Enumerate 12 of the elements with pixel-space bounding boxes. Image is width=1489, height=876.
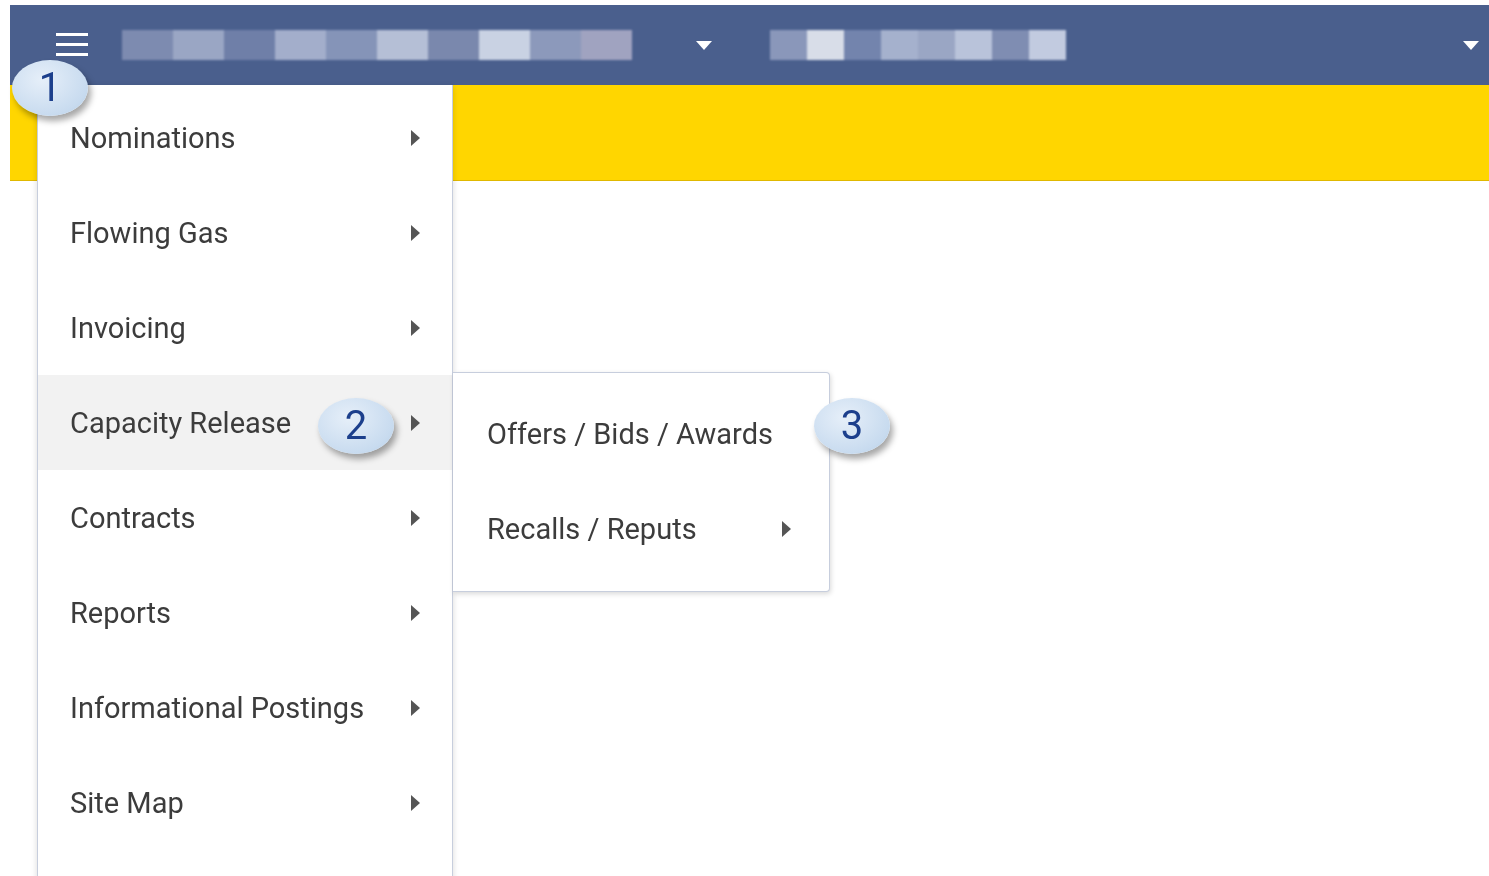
caret-icon[interactable] xyxy=(696,40,712,50)
menu-item[interactable]: Site Map xyxy=(38,755,452,850)
step-callout: 3 xyxy=(814,398,890,454)
menu-item[interactable]: Reports xyxy=(38,565,452,660)
menu-item[interactable]: Contracts xyxy=(38,470,452,565)
menu-item[interactable]: Informational Postings xyxy=(38,660,452,755)
menu-item[interactable]: Flowing Gas xyxy=(38,185,452,280)
menu-item[interactable]: Recalls / Reputs xyxy=(453,481,805,576)
menu-item[interactable]: Offers / Bids / Awards xyxy=(453,386,805,481)
caret-icon[interactable] xyxy=(1463,40,1479,50)
menu-icon[interactable] xyxy=(56,32,88,58)
menu-item[interactable]: Invoicing xyxy=(38,280,452,375)
